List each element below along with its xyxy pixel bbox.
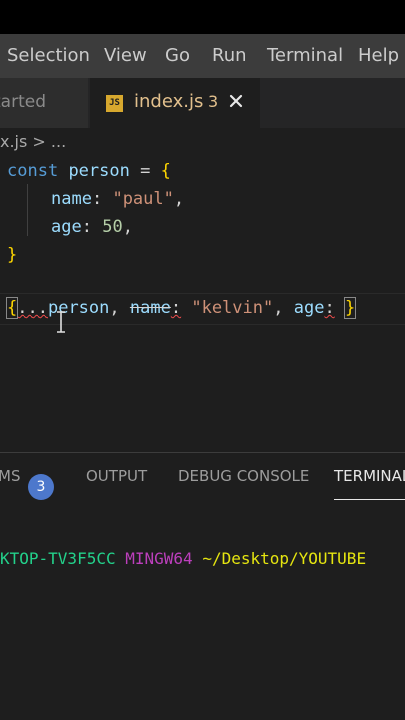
bottom-panel: MS 3 OUTPUT DEBUG CONSOLE TERMINAL KTOP-… xyxy=(0,452,405,720)
code-colon: : xyxy=(324,298,335,318)
code-brace: } xyxy=(7,245,18,265)
terminal-path: ~/Desktop/YOUTUBE xyxy=(202,549,367,568)
code-property: age xyxy=(293,298,325,318)
code-comma: , xyxy=(122,217,133,237)
code-spread-operator: ... xyxy=(17,298,48,318)
code-comma: , xyxy=(109,298,120,318)
code-property: name xyxy=(129,298,171,318)
js-file-icon: JS xyxy=(106,95,123,112)
tab-output[interactable]: OUTPUT xyxy=(86,467,147,485)
code-colon: : xyxy=(81,217,92,237)
tab-problems[interactable]: MS xyxy=(0,467,20,485)
code-identifier: person xyxy=(68,161,130,181)
tab-get-started-label: tarted xyxy=(0,92,46,112)
tab-terminal[interactable]: TERMINAL xyxy=(334,467,405,485)
menu-terminal[interactable]: Terminal xyxy=(267,45,343,66)
code-keyword: const xyxy=(7,161,59,181)
code-string: "paul" xyxy=(112,189,174,209)
active-tab-indicator xyxy=(334,499,405,500)
code-comma: , xyxy=(173,189,185,209)
code-colon: : xyxy=(170,298,182,318)
terminal-system: MINGW64 xyxy=(125,549,193,568)
terminal-prompt[interactable]: KTOP-TV3F5CC MINGW64 ~/Desktop/YOUTUBE xyxy=(0,549,366,568)
tab-filename: index.js xyxy=(134,91,204,112)
code-string: "kelvin" xyxy=(191,298,274,318)
menu-selection[interactable]: Selection xyxy=(7,45,90,66)
problems-count-badge: 3 xyxy=(28,474,54,500)
breadcrumb[interactable]: x.js > ... xyxy=(0,132,66,154)
code-brace: { xyxy=(5,297,19,319)
tab-debug-console[interactable]: DEBUG CONSOLE xyxy=(178,467,309,485)
menu-bar: Selection View Go Run Terminal Help xyxy=(0,34,405,78)
code-property: name xyxy=(51,189,92,209)
indent-guide xyxy=(27,184,28,236)
menu-go[interactable]: Go xyxy=(165,45,190,66)
close-icon[interactable] xyxy=(228,88,250,114)
menu-run[interactable]: Run xyxy=(212,45,247,66)
code-operator: = xyxy=(140,161,151,181)
tab-problem-count: 3 xyxy=(208,92,219,111)
code-property: age xyxy=(51,217,82,237)
code-comma: , xyxy=(273,298,284,318)
editor-tab-bar: tarted JS index.js 3 xyxy=(0,78,405,128)
menu-view[interactable]: View xyxy=(104,45,147,66)
code-number: 50 xyxy=(102,217,123,237)
tab-get-started[interactable]: tarted xyxy=(0,78,88,128)
code-line-1: const person = { xyxy=(7,158,171,184)
code-brace: } xyxy=(343,297,357,319)
tab-index-js[interactable]: JS index.js 3 xyxy=(90,78,260,128)
code-brace: { xyxy=(160,161,171,181)
code-line-4: } xyxy=(7,242,17,268)
code-line-2: name: "paul", xyxy=(51,186,184,212)
code-line-3: age: 50, xyxy=(51,214,133,240)
terminal-host: KTOP-TV3F5CC xyxy=(0,549,116,568)
code-colon: : xyxy=(91,189,103,209)
menu-help[interactable]: Help xyxy=(358,45,399,66)
vscode-window: Selection View Go Run Terminal Help tart… xyxy=(0,34,405,720)
text-cursor-icon xyxy=(55,311,67,333)
